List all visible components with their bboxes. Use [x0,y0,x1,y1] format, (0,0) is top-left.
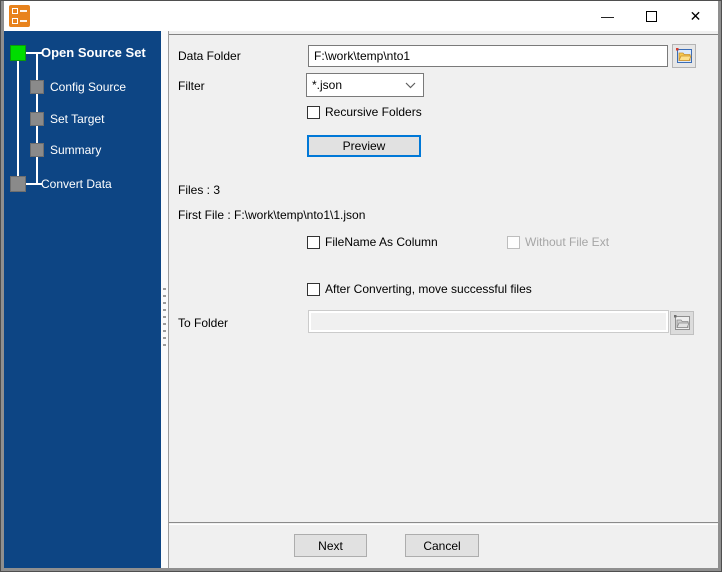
sidebar-splitter[interactable] [161,31,168,568]
wizard-step-sidebar: Open Source Set Config Source Set Target… [4,31,161,568]
step-marker [30,143,44,157]
titlebar[interactable]: — ✕ [4,1,718,31]
checkbox-box [507,235,520,249]
open-folder-icon [675,48,692,63]
window-content: Open Source Set Config Source Set Target… [4,31,718,568]
recursive-folders-checkbox[interactable]: Recursive Folders [307,105,422,119]
step-marker [10,176,26,192]
tree-line [26,183,42,185]
minimize-button[interactable]: — [585,1,630,31]
cancel-button[interactable]: Cancel [405,534,479,557]
source-settings-form: Data Folder Filter *.json [169,34,718,523]
checkbox-label: After Converting, move successful files [325,282,532,296]
tree-line [26,52,42,54]
wizard-footer: Next Cancel [169,524,718,568]
step-label: Set Target [50,112,105,126]
first-file-text: First File : F:\work\temp\nto1\1.json [178,208,366,222]
checkbox-label: FileName As Column [325,235,438,249]
close-button[interactable]: ✕ [673,1,718,31]
filter-combobox[interactable]: *.json [306,73,424,97]
minimize-icon: — [601,8,614,24]
window-inner: — ✕ Open Source Set Config Source Set Ta… [4,1,718,568]
checkbox-box [307,282,320,296]
chevron-down-icon [405,82,416,89]
data-folder-label: Data Folder [178,49,241,63]
app-icon-glyph [12,8,18,14]
step-marker [30,112,44,126]
filter-label: Filter [178,79,205,93]
checkbox-box [307,105,320,119]
splitter-grip-icon [163,288,166,348]
maximize-button[interactable] [629,1,674,31]
data-folder-input[interactable] [308,45,668,67]
checkbox-box [307,235,320,249]
app-icon-glyph [12,18,18,24]
to-folder-label: To Folder [178,316,229,330]
open-folder-disabled-icon [673,315,690,330]
data-folder-browse-button[interactable] [672,44,696,68]
checkbox-label: Without File Ext [525,235,610,249]
step-label: Config Source [50,80,127,94]
close-icon: ✕ [689,7,702,24]
app-window: — ✕ Open Source Set Config Source Set Ta… [0,0,722,572]
next-button[interactable]: Next [294,534,367,557]
preview-button[interactable]: Preview [307,135,421,157]
files-count-text: Files : 3 [178,183,221,197]
without-file-ext-checkbox: Without File Ext [507,235,609,249]
filter-selected-value: *.json [312,78,343,92]
maximize-icon [646,10,657,22]
step-marker [30,80,44,94]
app-icon[interactable] [9,5,30,27]
step-label: Convert Data [41,177,112,191]
tree-line [17,61,19,176]
to-folder-browse-button [670,311,694,335]
step-label: Summary [50,143,102,157]
step-label: Open Source Set [41,45,146,60]
step-marker-active [10,45,26,61]
to-folder-input [308,310,669,333]
main-panel: Data Folder Filter *.json [168,31,718,568]
move-successful-files-checkbox[interactable]: After Converting, move successful files [307,282,532,296]
app-icon-glyph [20,20,27,22]
app-icon-glyph [20,10,27,12]
checkbox-label: Recursive Folders [325,105,422,119]
filename-as-column-checkbox[interactable]: FileName As Column [307,235,438,249]
